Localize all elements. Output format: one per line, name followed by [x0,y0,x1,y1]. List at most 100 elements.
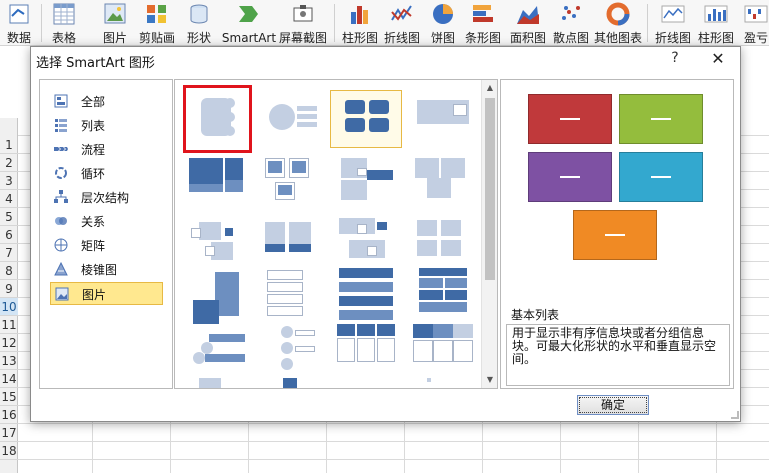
layout-thumbnail[interactable] [337,268,399,320]
category-item[interactable]: 图片 [50,282,163,305]
layout-thumbnail-selected[interactable] [185,92,247,140]
layout-thumbnail[interactable] [261,324,323,372]
category-label: 循环 [81,167,106,181]
ribbon-button-label: 表格 [51,31,76,45]
row-header[interactable]: 8 [0,262,18,280]
cycle-icon [54,166,68,180]
help-button[interactable]: ? [667,50,683,68]
row-header[interactable]: 16 [0,406,18,424]
thumbnail-shape [205,354,245,362]
ribbon-button-9[interactable]: 折线图 [381,0,423,46]
layout-thumbnail[interactable] [413,154,475,202]
hierarchy-icon [54,190,68,204]
ribbon-button-16[interactable]: 柱形图 [696,0,736,46]
ribbon-button-5[interactable]: 形状 [182,0,216,46]
layout-thumbnail[interactable] [185,154,247,202]
ribbon-button-15[interactable]: 折线图 [652,0,694,46]
thumbnail-shape [369,100,389,114]
category-item[interactable]: 关系 [50,210,162,233]
ribbon-button-11[interactable]: 条形图 [462,0,504,46]
row-header[interactable]: 7 [0,244,18,262]
layout-thumbnail[interactable] [337,324,399,372]
row-header[interactable]: 4 [0,190,18,208]
dialog-title: 选择 SmartArt 图形 [36,56,155,71]
row-header[interactable]: 2 [0,154,18,172]
relationship-icon [54,214,68,228]
ribbon-button-14[interactable]: 其他图表 [592,0,644,46]
layout-thumbnail[interactable] [413,216,475,264]
thumbnail-shape [419,268,467,276]
layout-thumbnail[interactable] [337,92,399,140]
scroll-thumb[interactable] [485,98,495,280]
row-header[interactable]: 17 [0,424,18,442]
thumbnail-shape [453,104,467,116]
ribbon-button-8[interactable]: 柱形图 [340,0,380,46]
ribbon-button-7[interactable]: 屏幕截图 [277,0,329,46]
row-header[interactable]: 6 [0,226,18,244]
layout-thumbnail[interactable] [185,268,247,324]
category-item[interactable]: 列表 [50,114,162,137]
ribbon-button-12[interactable]: 面积图 [507,0,549,46]
row-header[interactable]: 11 [0,316,18,334]
close-button[interactable]: ✕ [708,49,728,69]
other-charts-icon [605,2,631,26]
row-header[interactable]: 14 [0,370,18,388]
ribbon-button-1[interactable]: 数据 [2,0,36,46]
category-item[interactable]: 矩阵 [50,234,162,257]
scroll-down-arrow-icon[interactable]: ▼ [482,372,497,388]
row-header[interactable]: 18 [0,442,18,460]
thumbnail-shape [415,158,439,178]
row-header[interactable]: 3 [0,172,18,190]
thumbnail-shape [268,161,282,173]
row-header[interactable]: 13 [0,352,18,370]
layout-thumbnail[interactable] [261,92,323,140]
resize-grip-icon[interactable] [731,411,739,419]
ribbon-button-2[interactable]: 表格 [46,0,82,46]
layout-thumbnail[interactable] [185,216,247,264]
row-header[interactable]: 15 [0,388,18,406]
category-item[interactable]: 流程 [50,138,162,161]
thumbnail-shape [417,220,437,236]
ribbon-button-4[interactable]: 剪贴画 [137,0,177,46]
category-item[interactable]: 循环 [50,162,162,185]
layout-thumbnail[interactable] [413,324,475,372]
thumbnail-shape [419,278,443,288]
layout-thumbnail[interactable] [185,376,247,388]
ribbon-button-10[interactable]: 饼图 [426,0,460,46]
ribbon-button-6[interactable]: SmartArt [220,0,278,46]
preview-shape-placeholder [651,118,671,120]
category-item[interactable]: 层次结构 [50,186,162,209]
row-header[interactable]: 12 [0,334,18,352]
ribbon-button-label: 折线图 [654,31,691,45]
ribbon: 数据 表格 图片 剪贴画 形状 SmartArt 屏幕截图 柱形图 折线图 饼图 条形图 面积图 散点图… [0,0,769,62]
layout-thumbnail[interactable] [413,92,475,140]
ribbon-button-label: 柱形图 [341,31,378,45]
scroll-up-arrow-icon[interactable]: ▲ [482,80,497,96]
row-header[interactable]: 1 [0,136,18,154]
gallery-scrollbar[interactable]: ▲ ▼ [481,80,497,388]
ok-button[interactable]: 确定 [577,395,649,415]
sparkline-winloss-icon [743,2,769,26]
layout-thumbnail[interactable] [337,216,399,264]
ribbon-button-label: 盈亏 [743,31,768,45]
layout-thumbnail[interactable] [413,268,475,316]
category-item[interactable]: 全部 [50,90,162,113]
thumbnail-shape [345,100,365,114]
layout-thumbnail[interactable] [185,324,247,372]
ribbon-button-17[interactable]: 盈亏 [740,0,769,46]
layout-thumbnail[interactable] [261,376,323,388]
thumbnail-shape [445,290,467,300]
row-header[interactable]: 5 [0,208,18,226]
layout-thumbnail[interactable] [413,376,475,388]
layout-thumbnail[interactable] [337,154,399,202]
layout-thumbnail[interactable] [261,268,323,316]
ribbon-button-3[interactable]: 图片 [98,0,132,46]
thumbnail-shape [339,310,393,320]
layout-thumbnail[interactable] [261,216,323,264]
excel-window: 数据 表格 图片 剪贴画 形状 SmartArt 屏幕截图 柱形图 折线图 饼图 条形图 面积图 散点图… [0,0,769,473]
row-header[interactable]: 9 [0,280,18,298]
row-header[interactable]: 10 [0,298,18,316]
ribbon-button-13[interactable]: 散点图 [550,0,592,46]
category-item[interactable]: 棱锥图 [50,258,162,281]
layout-thumbnail[interactable] [261,154,323,202]
